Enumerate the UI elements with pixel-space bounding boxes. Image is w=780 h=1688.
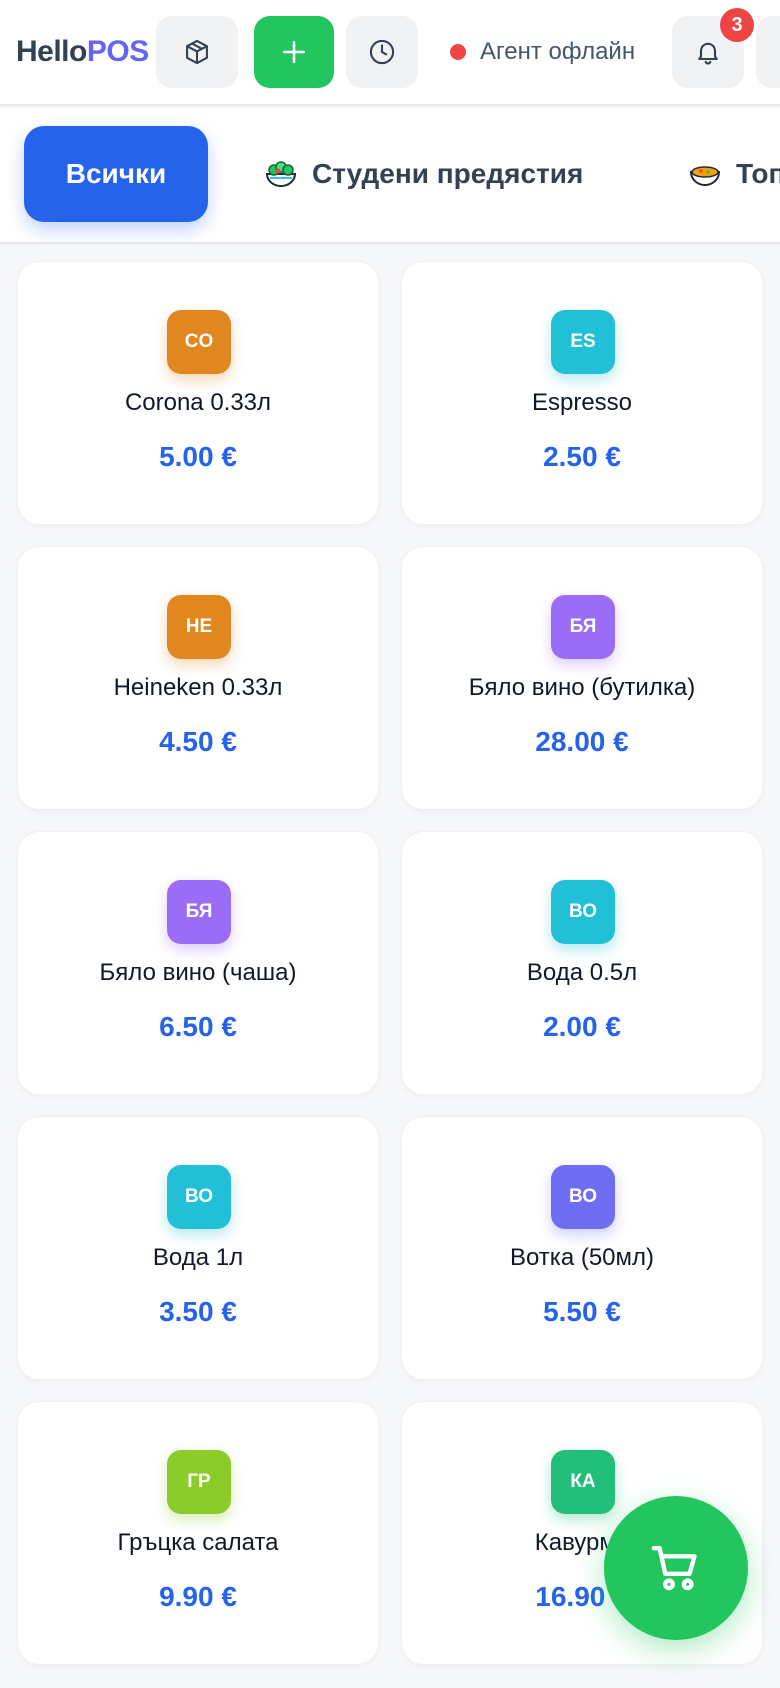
top-bar: HelloPOS Агент офлайн 3 (0, 0, 780, 106)
agent-status: Агент офлайн (450, 36, 635, 68)
plus-icon (282, 40, 306, 64)
product-card[interactable]: CO Corona 0.33л 5.00 € (17, 261, 379, 525)
product-initials-tile: ГР (167, 1450, 231, 1514)
product-card[interactable]: ВО Вода 1л 3.50 € (17, 1116, 379, 1380)
products-button[interactable] (156, 16, 238, 88)
status-dot (450, 44, 466, 60)
product-name: Бяло вино (бутилка) (468, 674, 696, 701)
product-card[interactable]: ГР Гръцка салата 9.90 € (17, 1401, 379, 1665)
product-price: 6.50 € (159, 1011, 237, 1042)
product-price: 2.50 € (543, 441, 621, 472)
category-tab-soups[interactable]: Топ (688, 126, 780, 222)
category-label: Топ (736, 158, 780, 189)
logo-text-pos: POS (86, 35, 149, 68)
app-logo: HelloPOS (16, 32, 149, 72)
product-name: Вода 1л (152, 1244, 244, 1271)
product-price: 9.90 € (159, 1581, 237, 1612)
product-price: 28.00 € (535, 726, 629, 757)
status-text: Агент офлайн (480, 38, 636, 65)
product-price: 5.00 € (159, 441, 237, 472)
product-initials-tile: CO (167, 310, 231, 374)
product-initials-tile: ВО (551, 880, 615, 944)
logo-text-hello: Hello (16, 35, 87, 68)
cart-button[interactable] (604, 1496, 748, 1640)
add-button[interactable] (254, 16, 334, 88)
product-name: Гръцка салата (117, 1529, 279, 1556)
notification-badge: 3 (720, 8, 754, 42)
product-card[interactable]: БЯ Бяло вино (чаша) 6.50 € (17, 831, 379, 1095)
history-button[interactable] (346, 16, 418, 88)
product-price: 5.50 € (543, 1296, 621, 1327)
product-initials-tile: HE (167, 595, 231, 659)
cart-icon (651, 1545, 697, 1591)
menu-button[interactable] (756, 16, 780, 88)
salad-icon (264, 157, 298, 191)
category-label: Студени предястия (312, 158, 584, 189)
product-name: Corona 0.33л (124, 389, 272, 416)
product-name: Вода 0.5л (526, 959, 638, 986)
product-initials-tile: ВО (551, 1165, 615, 1229)
product-initials-tile: ВО (167, 1165, 231, 1229)
product-name: Бяло вино (чаша) (99, 959, 297, 986)
product-name: Espresso (531, 389, 633, 416)
product-price: 3.50 € (159, 1296, 237, 1327)
product-card[interactable]: ES Espresso 2.50 € (401, 261, 763, 525)
product-name: Вотка (50мл) (509, 1244, 655, 1271)
product-card[interactable]: БЯ Бяло вино (бутилка) 28.00 € (401, 546, 763, 810)
soup-icon (688, 157, 722, 191)
bell-icon (698, 42, 718, 65)
product-card[interactable]: HE Heineken 0.33л 4.50 € (17, 546, 379, 810)
product-initials-tile: ES (551, 310, 615, 374)
product-initials-tile: БЯ (167, 880, 231, 944)
clock-icon (369, 39, 395, 65)
product-card[interactable]: ВО Вода 0.5л 2.00 € (401, 831, 763, 1095)
product-price: 2.00 € (543, 1011, 621, 1042)
product-name: Heineken 0.33л (113, 674, 283, 701)
product-price: 4.50 € (159, 726, 237, 757)
product-initials-tile: БЯ (551, 595, 615, 659)
category-tab-all[interactable]: Всички (24, 126, 208, 222)
pos-screen: HelloPOS Агент офлайн 3 Всички Студени п… (0, 0, 780, 1688)
category-tabs: Всички Студени предястия Топ (0, 108, 780, 244)
product-initials-tile: КА (551, 1450, 615, 1514)
category-tab-cold-starters[interactable]: Студени предястия (264, 126, 583, 222)
box-icon (186, 39, 208, 65)
product-card[interactable]: ВО Вотка (50мл) 5.50 € (401, 1116, 763, 1380)
